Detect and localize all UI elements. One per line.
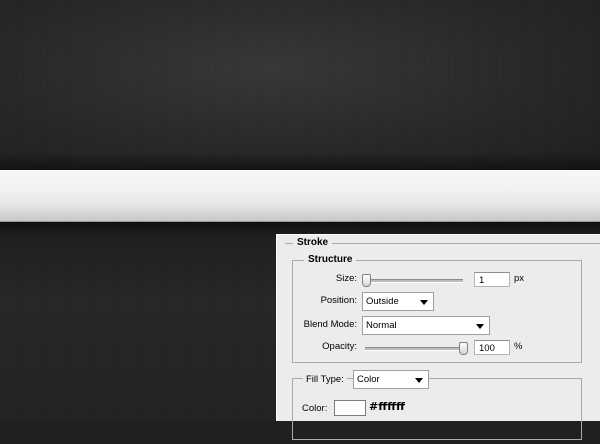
fill-type-label: Fill Type: — [303, 374, 347, 385]
blend-mode-select[interactable]: Normal — [362, 316, 490, 335]
size-slider-track[interactable] — [365, 279, 463, 283]
opacity-slider-thumb[interactable] — [459, 342, 468, 355]
layer-style-dialog: Stroke Structure Size: 1 px Position: Ou… — [276, 234, 600, 440]
fill-type-select-value: Color — [357, 374, 380, 385]
stroked-bar-preview — [0, 170, 600, 221]
position-select[interactable]: Outside — [362, 292, 434, 311]
opacity-input[interactable]: 100 — [474, 340, 510, 355]
opacity-label: Opacity: — [322, 341, 357, 352]
chevron-down-icon — [415, 378, 423, 383]
size-input[interactable]: 1 — [474, 272, 510, 287]
size-label: Size: — [335, 273, 357, 284]
color-swatch[interactable] — [334, 400, 366, 416]
opacity-slider-track[interactable] — [365, 347, 465, 351]
blend-mode-label: Blend Mode: — [303, 319, 357, 330]
fill-type-select[interactable]: Color — [353, 370, 429, 389]
color-label: Color: — [302, 403, 328, 414]
stroke-group-title: Stroke — [293, 237, 333, 248]
canvas-background-top — [0, 0, 600, 170]
chevron-down-icon — [420, 300, 428, 305]
position-select-value: Outside — [366, 296, 399, 307]
color-hex-label: #ffffff — [369, 400, 405, 413]
size-unit-label: px — [514, 273, 525, 284]
blend-mode-select-value: Normal — [366, 320, 397, 331]
structure-group-title: Structure — [304, 254, 357, 265]
size-slider-thumb[interactable] — [362, 274, 371, 287]
opacity-unit-label: % — [514, 341, 523, 352]
chevron-down-icon — [476, 324, 484, 329]
position-label: Position: — [320, 295, 357, 306]
